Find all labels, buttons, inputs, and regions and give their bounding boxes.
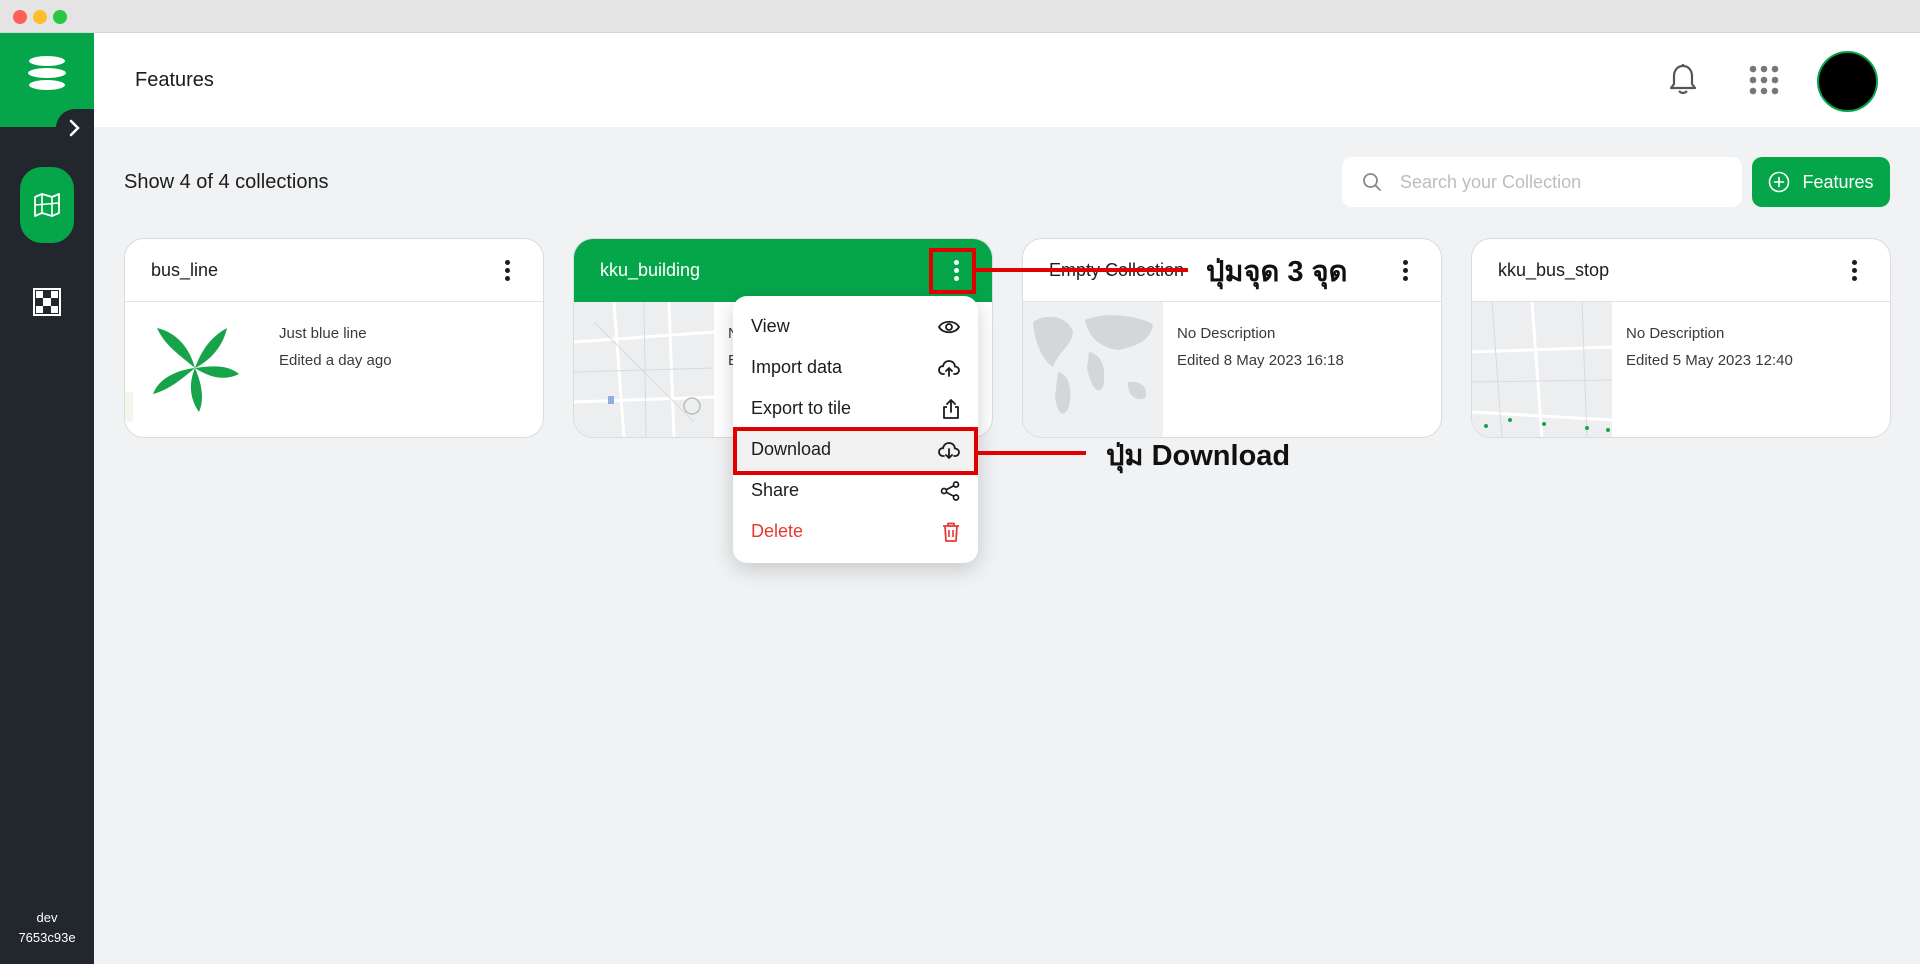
kebab-menu-button[interactable]: [497, 256, 517, 284]
card-body: Just blue line Edited a day ago: [125, 302, 543, 437]
eye-icon: [938, 320, 960, 333]
notification-button[interactable]: [1669, 63, 1697, 100]
card-header: bus_line: [125, 239, 543, 302]
menu-item-label: Import data: [751, 357, 843, 377]
menu-item-view[interactable]: View: [733, 306, 978, 347]
menu-item-share[interactable]: Share: [733, 470, 978, 511]
card-title: kku_building: [600, 259, 701, 280]
menu-item-import-data[interactable]: Import data: [733, 347, 978, 388]
card-meta: No Description Edited 5 May 2023 12:40: [1626, 320, 1793, 374]
world-map-thumbnail-icon: [1023, 302, 1163, 437]
plus-circle-icon: [1769, 171, 1790, 193]
card-body: No Description Edited 5 May 2023 12:40: [1472, 302, 1890, 437]
share-upload-icon: [943, 398, 959, 419]
apps-menu-button[interactable]: [1749, 65, 1779, 100]
tiles-grid-icon: [33, 288, 61, 316]
environment-info: dev 7653c93e: [0, 908, 94, 948]
apps-grid-icon: [1749, 65, 1779, 95]
collection-card-bus-line[interactable]: bus_line Just blue line Edited a day ago: [124, 238, 544, 438]
card-meta: Just blue line Edited a day ago: [279, 320, 392, 374]
annotation-box-kebab: [929, 248, 976, 294]
menu-item-label: Delete: [751, 521, 804, 541]
user-avatar[interactable]: [1817, 51, 1878, 112]
collection-count: Show 4 of 4 collections: [124, 171, 329, 193]
add-features-label: Features: [1802, 171, 1874, 192]
card-title: kku_bus_stop: [1498, 259, 1610, 280]
sidebar-item-tiles[interactable]: [31, 286, 63, 318]
env-label: dev: [36, 910, 58, 925]
map-icon: [34, 193, 60, 217]
annotation-box-download: [733, 427, 978, 475]
window-maximize-button[interactable]: [53, 10, 67, 24]
logo-icon: [28, 56, 66, 90]
annotation-line-download: [978, 451, 1086, 455]
menu-item-label: Share: [751, 480, 800, 500]
menu-item-export-to-tile[interactable]: Export to tile: [733, 388, 978, 429]
sidebar-item-features[interactable]: [20, 167, 74, 243]
leaf-logo-icon: [125, 302, 265, 437]
sidebar-expand-button[interactable]: [56, 109, 94, 147]
card-thumbnail: [1472, 302, 1612, 437]
window-titlebar: [0, 0, 1920, 33]
card-header: kku_bus_stop: [1472, 239, 1890, 302]
card-meta: No Description Edited 8 May 2023 16:18: [1177, 320, 1344, 374]
map-thumbnail-icon: [574, 302, 714, 437]
map-thumbnail-icon: [1472, 302, 1612, 437]
annotation-line-kebab: [976, 268, 1188, 272]
add-features-button[interactable]: Features: [1752, 157, 1890, 207]
card-thumbnail: [125, 302, 265, 437]
env-build: 7653c93e: [18, 930, 76, 945]
window-close-button[interactable]: [13, 10, 27, 24]
top-header: Features: [94, 33, 1920, 127]
menu-item-label: Export to tile: [751, 398, 852, 418]
card-thumbnail: [574, 302, 714, 437]
search-icon: [1363, 173, 1381, 191]
cloud-upload-icon: [938, 359, 960, 377]
bell-icon: [1669, 64, 1697, 95]
card-edited: Edited a day ago: [279, 352, 392, 369]
card-edited: Edited 5 May 2023 12:40: [1626, 352, 1793, 369]
trash-icon: [943, 522, 959, 542]
page-title: Features: [135, 69, 214, 91]
kebab-menu-button[interactable]: [1395, 256, 1415, 284]
menu-item-delete[interactable]: Delete: [733, 511, 978, 552]
card-thumbnail: [1023, 302, 1163, 437]
window-minimize-button[interactable]: [33, 10, 47, 24]
card-description: No Description: [1177, 325, 1276, 342]
annotation-label-kebab: ปุ่มจุด 3 จุด: [1206, 256, 1348, 288]
card-edited: Edited 8 May 2023 16:18: [1177, 352, 1344, 369]
card-title: bus_line: [151, 259, 219, 280]
kebab-menu-button[interactable]: [1844, 256, 1864, 284]
chevron-right-icon: [69, 119, 80, 137]
search-box[interactable]: [1342, 157, 1742, 207]
share-nodes-icon: [940, 480, 960, 501]
menu-item-label: View: [751, 316, 790, 336]
collection-card-kku-bus-stop[interactable]: kku_bus_stop No Description Edited 5 May…: [1471, 238, 1891, 438]
annotation-label-download: ปุ่ม Download: [1106, 440, 1291, 472]
card-body: No Description Edited 8 May 2023 16:18: [1023, 302, 1441, 437]
card-description: Just blue line: [279, 325, 367, 342]
card-description: No Description: [1626, 325, 1725, 342]
sidebar: dev 7653c93e: [0, 33, 94, 964]
search-input[interactable]: [1400, 171, 1720, 193]
